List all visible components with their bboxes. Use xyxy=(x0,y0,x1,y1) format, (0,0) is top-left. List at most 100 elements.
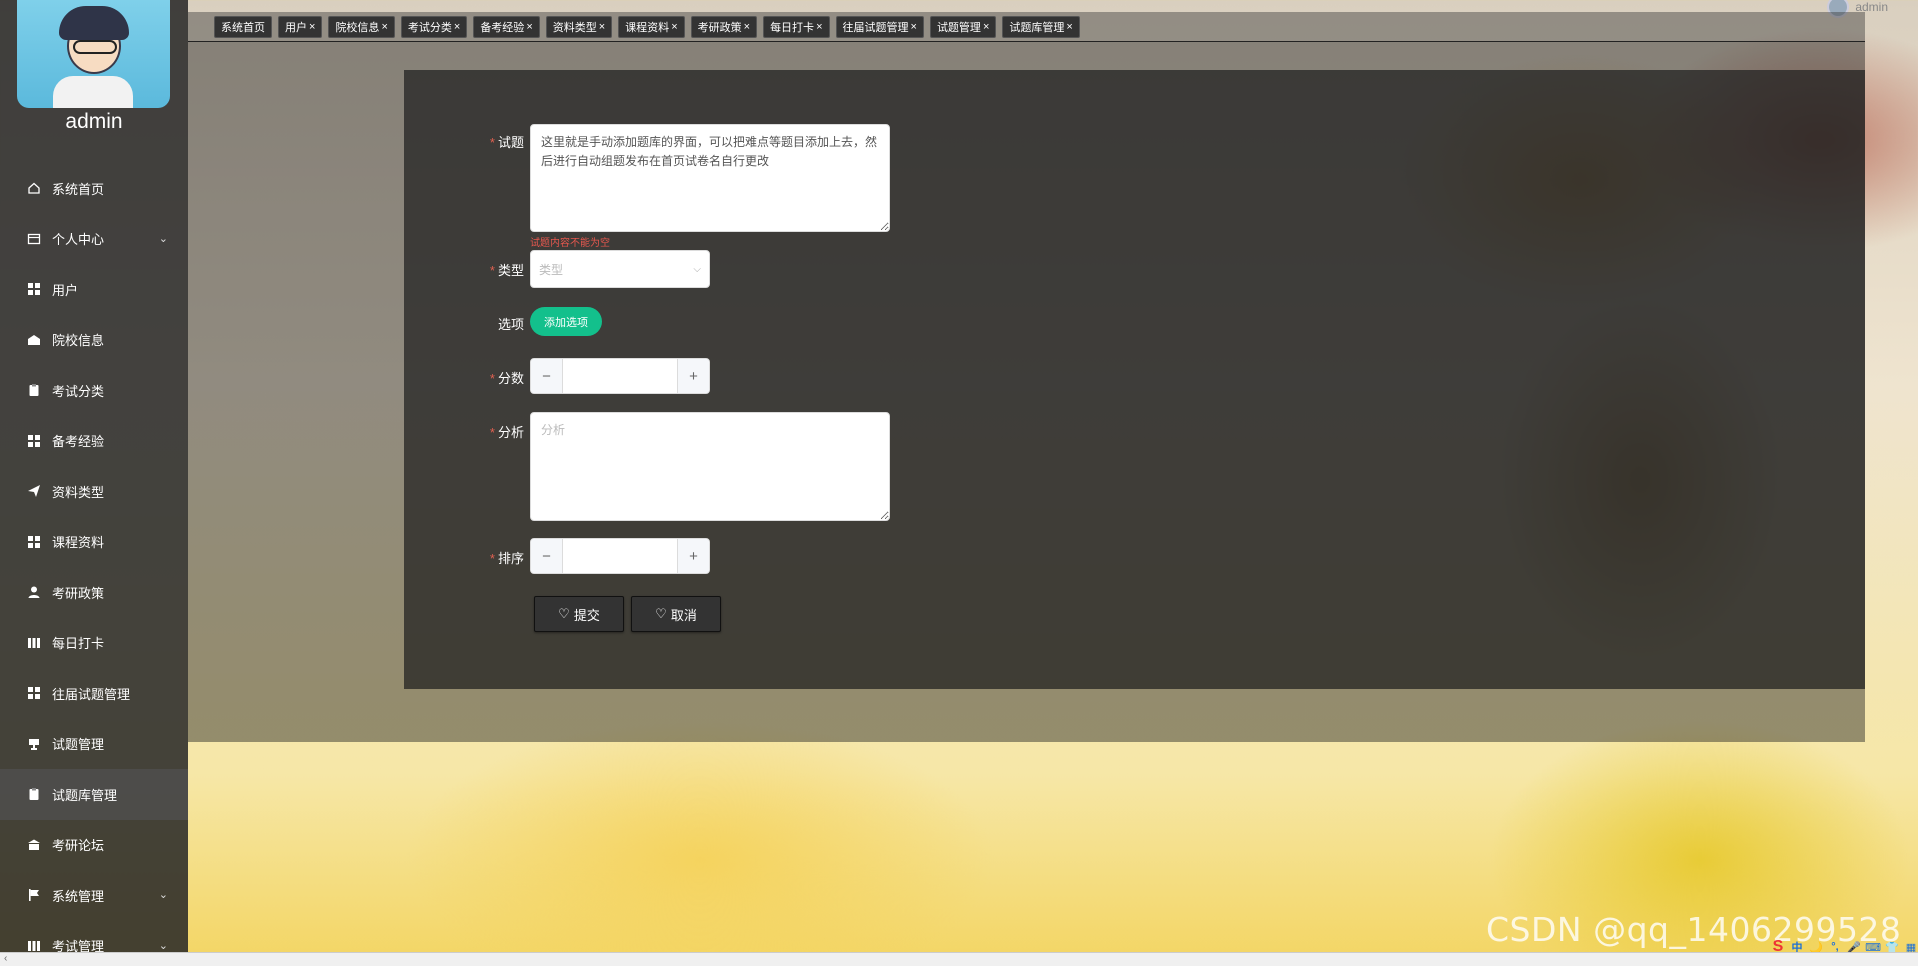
tab-9[interactable]: 往届试题管理 × xyxy=(835,16,924,38)
submit-button[interactable]: ♡ 提交 xyxy=(534,596,624,632)
score-input[interactable] xyxy=(563,359,677,393)
close-icon[interactable]: × xyxy=(599,21,605,33)
avatar[interactable] xyxy=(17,0,170,108)
tab-5[interactable]: 资料类型 × xyxy=(545,16,613,38)
sidebar-menu: 系统首页个人中心 ⌄ 用户 院校信息考试分类备考经验资料类型课程资料考研政策 每日打卡往… xyxy=(0,163,188,966)
sidebar-item-label: 考研论坛 xyxy=(52,838,105,854)
tab-list: 系统首页 用户 × 院校信息 × 考试分类 × 备考经验 × 资料类型 × 课程资料 × 考研政策 × 每日打… xyxy=(214,16,1080,38)
chevron-down-icon: ⌵ xyxy=(693,263,701,275)
close-icon[interactable]: × xyxy=(309,21,315,33)
sidebar-item-7[interactable]: 课程资料 xyxy=(0,517,188,568)
tab-label: 院校信息 xyxy=(335,22,380,34)
sidebar: admin 系统首页 个人中心 ⌄ 用户 院校信息 考试分类 备考经验 资料类型 课程资料 考研政… xyxy=(0,0,188,966)
close-icon[interactable]: × xyxy=(744,21,750,33)
tab-6[interactable]: 课程资料 × xyxy=(618,16,685,38)
tab-8[interactable]: 每日打卡 × xyxy=(763,16,830,38)
sidebar-item-14[interactable]: 系统管理 ⌄ xyxy=(0,870,188,921)
sidebar-item-0[interactable]: 系统首页 xyxy=(0,163,188,214)
grid-icon xyxy=(27,686,41,700)
chart-icon xyxy=(27,939,41,953)
close-icon[interactable]: × xyxy=(911,21,917,33)
close-icon[interactable]: × xyxy=(671,21,677,33)
heart-icon: ♡ xyxy=(655,606,667,621)
question-bank-form: *试题 试题内容不能为空 *类型 类型 ⌵ 选项 添加选项 *分数 − + *分… xyxy=(404,70,1865,689)
tab-label: 用户 xyxy=(285,22,307,34)
question-error: 试题内容不能为空 xyxy=(530,238,610,249)
horizontal-scrollbar[interactable]: ‹ xyxy=(0,952,1918,966)
chevron-down-icon[interactable]: ⌄ xyxy=(159,888,168,901)
tab-label: 课程资料 xyxy=(625,22,670,34)
tab-11[interactable]: 试题库管理 × xyxy=(1002,16,1080,38)
sidebar-item-label: 系统首页 xyxy=(52,181,105,197)
analysis-label: * 分析 xyxy=(489,425,524,440)
sidebar-item-label: 试题库管理 xyxy=(52,787,118,803)
sort-input[interactable] xyxy=(563,539,677,573)
sidebar-item-label: 资料类型 xyxy=(52,484,105,500)
heart-icon: ♡ xyxy=(558,606,570,621)
close-icon[interactable]: × xyxy=(983,21,989,33)
tab-10[interactable]: 试题管理 × xyxy=(929,16,997,38)
score-stepper[interactable]: − + xyxy=(530,358,710,394)
question-label: * 试题 xyxy=(489,135,524,150)
sort-increment-button[interactable]: + xyxy=(677,539,709,573)
type-select[interactable]: 类型 ⌵ xyxy=(530,250,710,288)
sidebar-item-11[interactable]: 试题管理 xyxy=(0,719,188,770)
close-icon[interactable]: × xyxy=(454,21,460,33)
tab-7[interactable]: 考研政策 × xyxy=(690,16,758,38)
sidebar-item-9[interactable]: 每日打卡 xyxy=(0,618,188,669)
sort-label: * 排序 xyxy=(489,551,524,566)
options-label: 选项 xyxy=(497,317,524,332)
clipboard-icon xyxy=(27,787,41,801)
sidebar-item-5[interactable]: 备考经验 xyxy=(0,416,188,467)
profile-icon xyxy=(27,232,41,246)
sidebar-item-1[interactable]: 个人中心 ⌄ xyxy=(0,214,188,265)
score-decrement-button[interactable]: − xyxy=(531,359,563,393)
question-textarea[interactable] xyxy=(530,124,890,232)
cancel-button[interactable]: ♡ 取消 xyxy=(631,596,721,632)
sidebar-item-6[interactable]: 资料类型 xyxy=(0,466,188,517)
type-label: * 类型 xyxy=(489,263,524,278)
chevron-down-icon[interactable]: ⌄ xyxy=(159,939,168,952)
sidebar-item-13[interactable]: 考研论坛 xyxy=(0,820,188,871)
tab-label: 每日打卡 xyxy=(770,22,815,34)
chart-icon xyxy=(27,636,41,650)
scroll-left-icon[interactable]: ‹ xyxy=(4,953,7,964)
close-icon[interactable]: × xyxy=(526,21,532,33)
close-icon[interactable]: × xyxy=(816,21,822,33)
tab-label: 系统首页 xyxy=(221,22,265,34)
tab-4[interactable]: 备考经验 × xyxy=(473,16,540,38)
sidebar-item-10[interactable]: 往届试题管理 xyxy=(0,668,188,719)
tab-0[interactable]: 系统首页 xyxy=(214,16,272,38)
send-icon xyxy=(27,484,41,498)
sidebar-item-label: 备考经验 xyxy=(52,434,105,450)
sidebar-item-8[interactable]: 考研政策 xyxy=(0,567,188,618)
add-option-button[interactable]: 添加选项 xyxy=(530,307,602,336)
analysis-textarea[interactable] xyxy=(530,412,890,521)
tab-1[interactable]: 用户 × xyxy=(278,16,323,38)
tab-label: 考试分类 xyxy=(407,22,452,34)
close-icon[interactable]: × xyxy=(381,21,387,33)
grid-icon xyxy=(27,434,41,448)
home-icon xyxy=(27,181,41,195)
sort-stepper[interactable]: − + xyxy=(530,538,710,574)
sidebar-item-label: 考试分类 xyxy=(52,383,105,399)
sort-decrement-button[interactable]: − xyxy=(531,539,563,573)
tab-label: 备考经验 xyxy=(480,22,525,34)
type-select-placeholder: 类型 xyxy=(539,262,564,277)
sidebar-item-3[interactable]: 院校信息 xyxy=(0,315,188,366)
tab-3[interactable]: 考试分类 × xyxy=(400,16,468,38)
grid-icon xyxy=(27,535,41,549)
sidebar-item-12[interactable]: 试题库管理 xyxy=(0,769,188,820)
sidebar-item-label: 试题管理 xyxy=(52,737,105,753)
flag-icon xyxy=(27,888,41,902)
sidebar-item-4[interactable]: 考试分类 xyxy=(0,365,188,416)
tab-label: 考研政策 xyxy=(697,22,742,34)
score-increment-button[interactable]: + xyxy=(677,359,709,393)
score-label: * 分数 xyxy=(489,371,524,386)
chevron-down-icon[interactable]: ⌄ xyxy=(159,232,168,245)
tab-label: 试题库管理 xyxy=(1009,22,1065,34)
sidebar-item-label: 课程资料 xyxy=(52,535,105,551)
tab-2[interactable]: 院校信息 × xyxy=(328,16,395,38)
sidebar-item-2[interactable]: 用户 xyxy=(0,264,188,315)
close-icon[interactable]: × xyxy=(1066,21,1072,33)
